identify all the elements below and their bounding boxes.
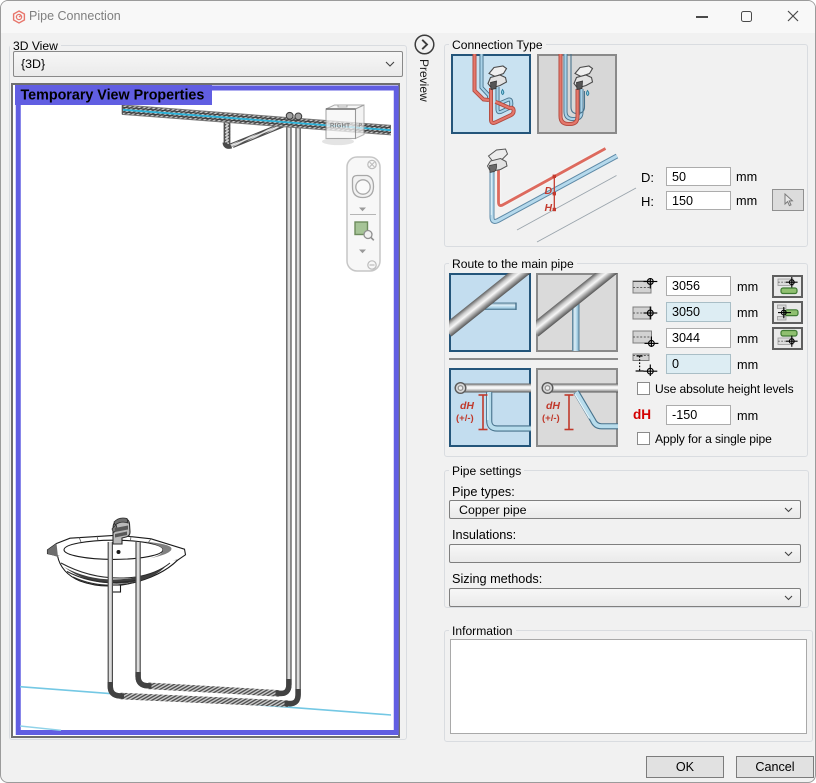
svg-text:dH: dH (546, 400, 560, 412)
svg-text:RIGHT: RIGHT (330, 124, 350, 130)
svg-text:D: D (545, 185, 553, 197)
svg-text:H: H (545, 202, 553, 214)
svg-text:dH: dH (460, 400, 474, 412)
svg-text:P: P (359, 123, 363, 129)
svg-text:(+/-): (+/-) (542, 413, 560, 424)
svg-text:(+/-): (+/-) (456, 413, 474, 424)
svg-text:Temporary View Properties: Temporary View Properties (21, 88, 205, 104)
